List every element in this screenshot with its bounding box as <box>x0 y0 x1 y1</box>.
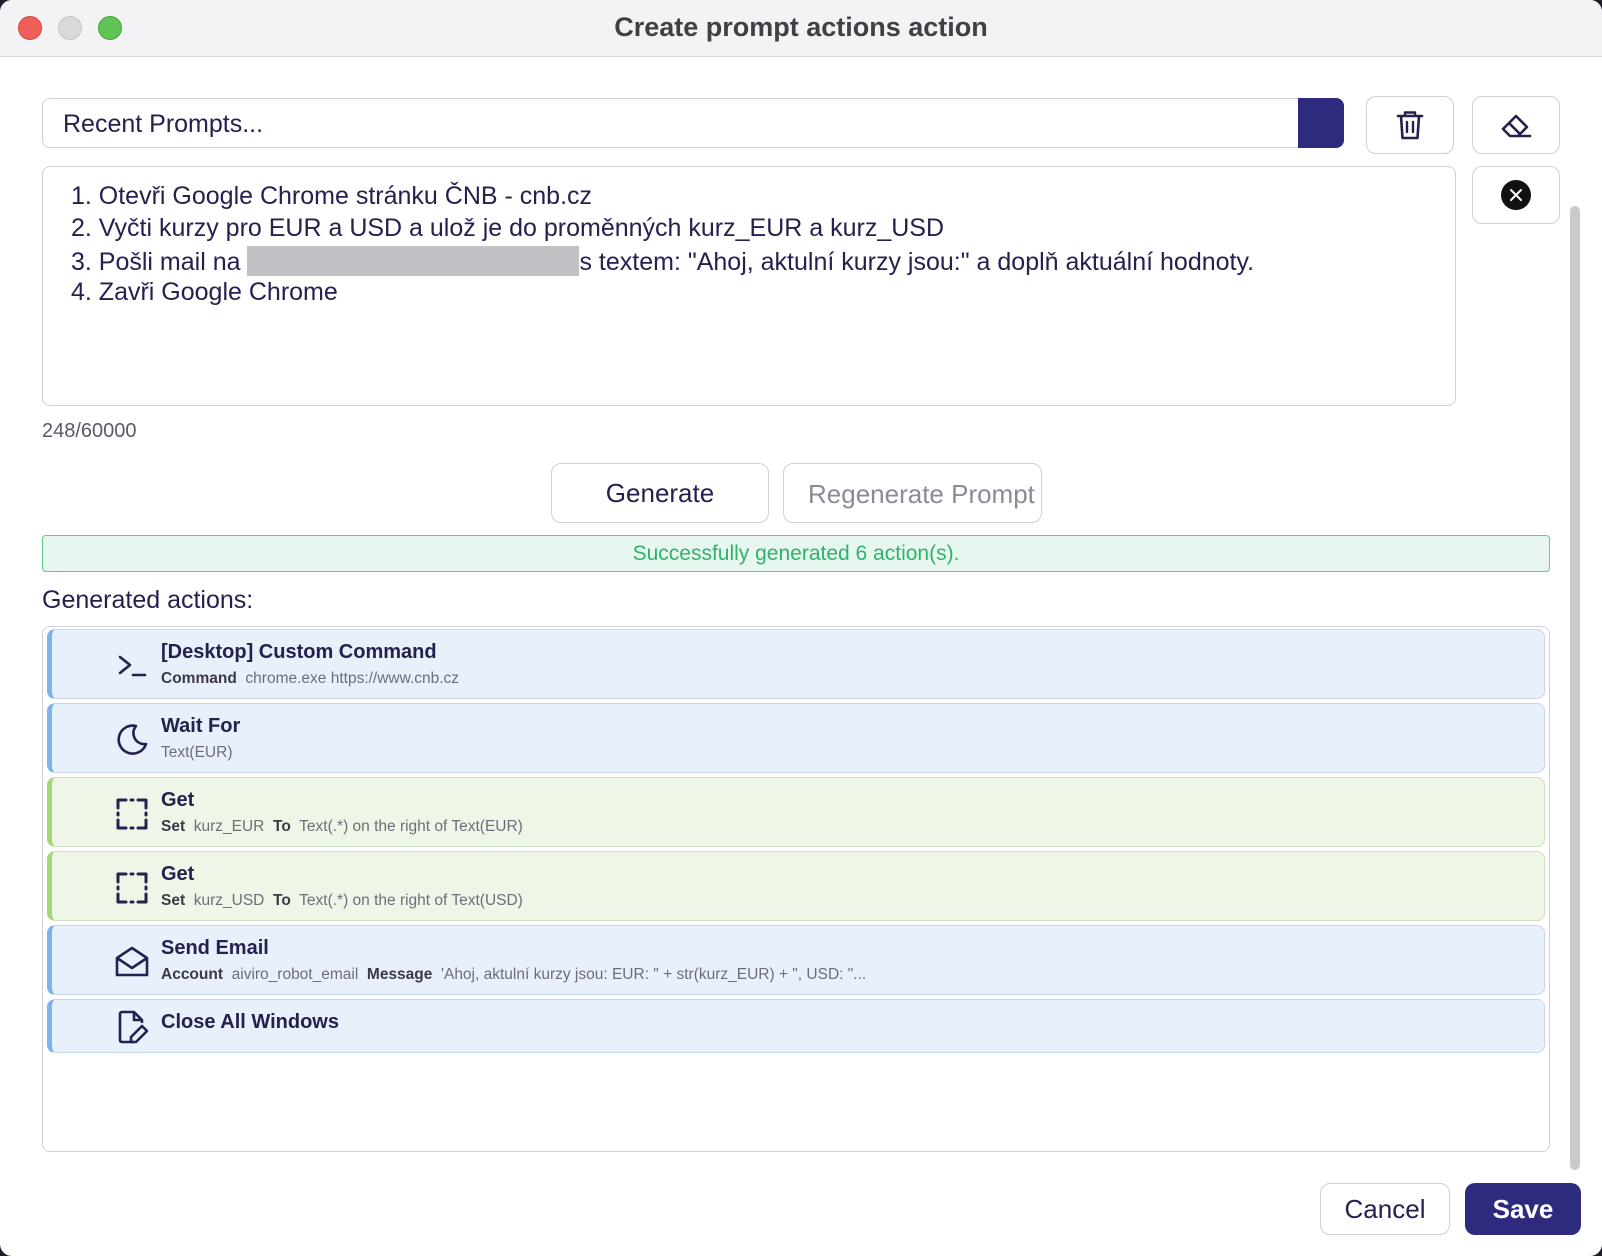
action-detail-value: aiviro_robot_email <box>231 966 359 983</box>
dialog-window: Create prompt actions action Recent Prom… <box>0 0 1602 1256</box>
prompt-line-1: 1. Otevři Google Chrome stránku ČNB - cn… <box>71 182 593 210</box>
close-prompt-button[interactable] <box>1472 166 1560 224</box>
recent-prompts-dropdown-toggle[interactable] <box>1298 98 1344 148</box>
action-item[interactable]: Get Set kurz_USD To Text(.*) on the righ… <box>47 851 1545 921</box>
delete-prompt-button[interactable] <box>1366 96 1454 154</box>
action-detail-key: Command <box>161 670 237 687</box>
action-name: [Desktop] Custom Command <box>161 641 437 663</box>
focus-frame-icon <box>116 798 148 830</box>
regenerate-prompt-label: Regenerate Prompt <box>808 479 1035 509</box>
prompt-line-2: 2. Vyčti kurzy pro EUR a USD a ulož je d… <box>71 214 945 242</box>
action-detail-value: chrome.exe https://www.cnb.cz <box>245 670 460 687</box>
window-title: Create prompt actions action <box>614 12 988 42</box>
generated-actions-label: Generated actions: <box>42 586 254 614</box>
action-detail: Text(EUR) <box>161 744 232 762</box>
action-detail-key: Message <box>366 966 433 983</box>
action-detail: Set kurz_EUR To Text(.*) on the right of… <box>161 818 523 836</box>
eraser-icon <box>1501 114 1532 138</box>
close-circle-icon <box>1501 180 1531 210</box>
dialog-scrollbar[interactable] <box>1570 206 1580 1170</box>
save-button[interactable]: Save <box>1465 1183 1581 1235</box>
action-detail-value: kurz_USD <box>193 892 265 909</box>
action-name: Send Email <box>161 937 269 959</box>
file-pen-icon <box>118 1010 149 1044</box>
action-item[interactable]: Close All Windows <box>47 999 1545 1053</box>
action-detail-value: 'Ahoj, aktulní kurzy jsou: EUR: " + str(… <box>441 966 867 983</box>
action-item[interactable]: Send Email Account aiviro_robot_email Me… <box>47 925 1545 995</box>
action-detail-key: Set <box>161 818 186 835</box>
action-item[interactable]: Get Set kurz_EUR To Text(.*) on the righ… <box>47 777 1545 847</box>
action-detail: Set kurz_USD To Text(.*) on the right of… <box>161 892 523 910</box>
title-bar: Create prompt actions action <box>0 0 1602 57</box>
action-detail: Command chrome.exe https://www.cnb.cz <box>161 670 459 688</box>
prompt-line-3-start: 3. Pošli mail na <box>71 248 248 276</box>
cancel-button[interactable]: Cancel <box>1320 1183 1450 1235</box>
redacted-email <box>247 246 580 276</box>
clear-prompt-button[interactable] <box>1472 96 1560 154</box>
action-detail-key: Set <box>161 892 186 909</box>
character-counter: 248/60000 <box>42 420 137 442</box>
action-detail-value: Text(.*) on the right of Text(EUR) <box>299 818 523 835</box>
generated-actions-list[interactable]: [Desktop] Custom Command Command chrome.… <box>42 626 1550 1152</box>
action-detail-key: To <box>273 818 291 835</box>
regenerate-prompt-button[interactable]: Regenerate Prompt <box>783 463 1042 523</box>
action-item[interactable]: [Desktop] Custom Command Command chrome.… <box>47 629 1545 699</box>
action-detail: Account aiviro_robot_email Message 'Ahoj… <box>161 966 866 984</box>
action-detail-key: To <box>273 892 291 909</box>
action-detail-value: Text(EUR) <box>161 744 233 761</box>
prompt-line-4: 4. Zavři Google Chrome <box>71 278 338 306</box>
action-name: Get <box>161 789 195 811</box>
terminal-icon <box>118 655 147 677</box>
action-name: Get <box>161 863 195 885</box>
prompt-textarea[interactable]: 1. Otevři Google Chrome stránku ČNB - cn… <box>42 166 1456 406</box>
prompt-line-3-end: s textem: "Ahoj, aktulní kurzy jsou:" a … <box>579 248 1255 276</box>
trash-icon <box>1396 111 1424 140</box>
action-detail-value: Text(.*) on the right of Text(USD) <box>299 892 523 909</box>
recent-prompts-select[interactable]: Recent Prompts... <box>42 98 1344 148</box>
prompt-line-3: 3. Pošli mail na s textem: "Ahoj, aktuln… <box>71 246 1254 277</box>
success-status-banner: Successfully generated 6 action(s). <box>42 535 1550 572</box>
action-name: Close All Windows <box>161 1011 339 1033</box>
recent-prompts-placeholder: Recent Prompts... <box>63 110 264 138</box>
mail-open-icon <box>115 946 149 977</box>
action-detail-value: kurz_EUR <box>193 818 265 835</box>
action-item[interactable]: Wait For Text(EUR) <box>47 703 1545 773</box>
generate-button[interactable]: Generate <box>551 463 769 523</box>
focus-frame-icon <box>116 872 148 904</box>
moon-icon <box>117 724 148 755</box>
action-detail-key: Account <box>161 966 223 983</box>
action-name: Wait For <box>161 715 241 737</box>
